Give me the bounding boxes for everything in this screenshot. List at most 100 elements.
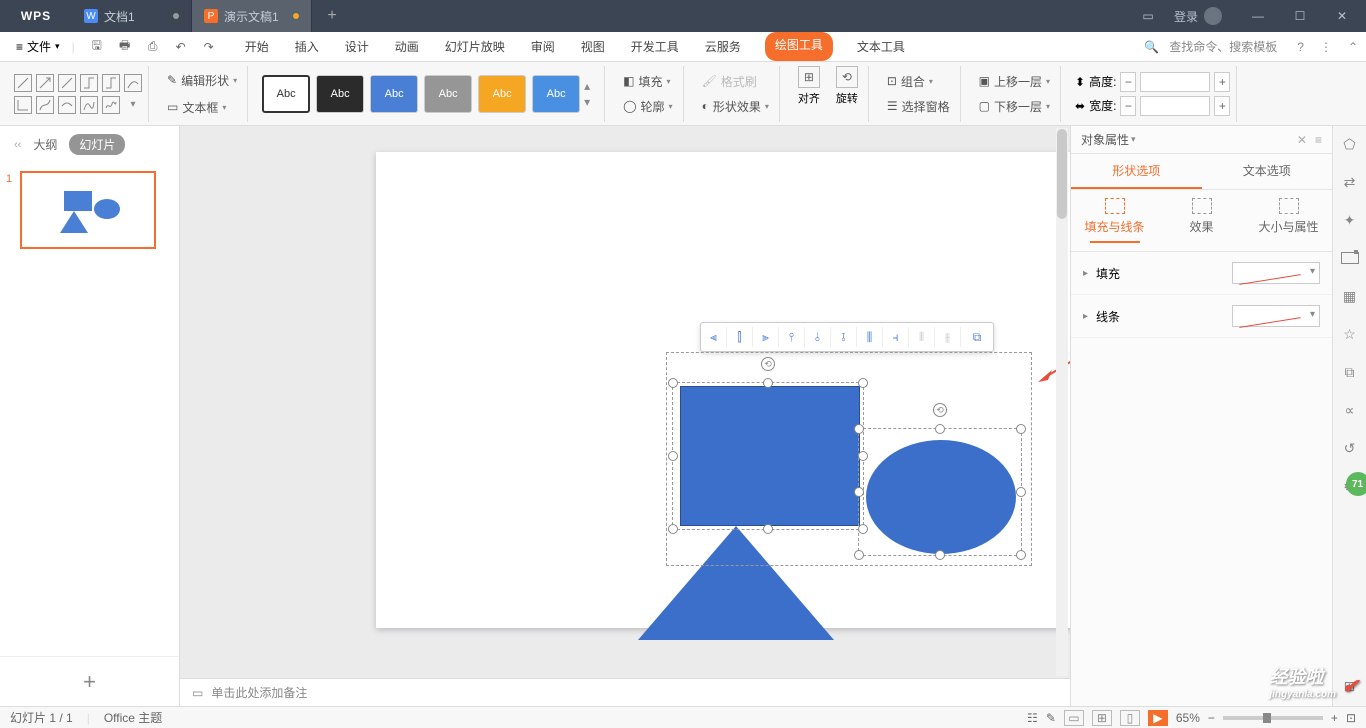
menu-texttools[interactable]: 文本工具: [855, 32, 907, 61]
layout-icon[interactable]: ▭: [1132, 0, 1164, 32]
style-preset-4[interactable]: Abc: [424, 75, 472, 113]
search-placeholder[interactable]: 查找命令、搜索模板: [1169, 38, 1277, 55]
print-preview-icon[interactable]: ⎙: [143, 37, 163, 57]
distribute-v-icon[interactable]: ⫞: [889, 327, 909, 347]
search-icon[interactable]: 🔍: [1144, 40, 1159, 54]
collapse-panel-icon[interactable]: ‹‹: [14, 139, 21, 151]
style-preset-1[interactable]: Abc: [262, 75, 310, 113]
elbow-shape[interactable]: [80, 74, 98, 92]
menu-animation[interactable]: 动画: [393, 32, 421, 61]
text-options-tab[interactable]: 文本选项: [1202, 154, 1333, 189]
resize-handle[interactable]: [1016, 487, 1026, 497]
panel-close-icon[interactable]: ✕: [1297, 133, 1307, 147]
elbow-arrow-shape[interactable]: [102, 74, 120, 92]
bring-forward-button[interactable]: ▣上移一层▾: [975, 71, 1054, 92]
equal-height-icon[interactable]: ⫵: [941, 327, 961, 347]
share-icon[interactable]: ∝: [1340, 400, 1360, 420]
resize-handle[interactable]: [668, 524, 678, 534]
connector2-shape[interactable]: [36, 96, 54, 114]
fill-button[interactable]: ◧填充▾: [619, 71, 676, 92]
template-icon[interactable]: ▦: [1340, 286, 1360, 306]
menu-design[interactable]: 设计: [343, 32, 371, 61]
arrow-shape[interactable]: [36, 74, 54, 92]
height-inc[interactable]: +: [1214, 72, 1230, 92]
outline-tab[interactable]: 大纲: [33, 136, 57, 153]
style-preset-6[interactable]: Abc: [532, 75, 580, 113]
notes-toggle-icon[interactable]: ☷: [1027, 711, 1038, 725]
format-painter-button[interactable]: 🖌格式刷: [698, 71, 773, 92]
resize-handle[interactable]: [854, 487, 864, 497]
shape-options-tab[interactable]: 形状选项: [1071, 154, 1202, 189]
align-right-icon[interactable]: ⫸: [759, 327, 779, 347]
width-input[interactable]: [1140, 96, 1210, 116]
zoom-slider[interactable]: [1223, 716, 1323, 720]
vertical-scrollbar[interactable]: [1056, 128, 1068, 676]
fill-section[interactable]: ▸ 填充: [1071, 252, 1332, 295]
collapse-ribbon-icon[interactable]: ⌃: [1348, 40, 1358, 54]
effect-subtab[interactable]: 效果: [1158, 198, 1245, 243]
style-preset-5[interactable]: Abc: [478, 75, 526, 113]
sorter-view-icon[interactable]: ⊞: [1092, 710, 1112, 726]
resize-handle[interactable]: [854, 424, 864, 434]
freeform-shape[interactable]: [80, 96, 98, 114]
notes-bar[interactable]: ▭ 单击此处添加备注: [180, 678, 1070, 706]
minimize-button[interactable]: —: [1242, 0, 1274, 32]
resize-handle[interactable]: [854, 550, 864, 560]
print-icon[interactable]: 🖶: [115, 37, 135, 57]
align-button[interactable]: ⊞对齐: [794, 66, 824, 122]
zoom-out-button[interactable]: −: [1208, 711, 1215, 725]
resize-handle[interactable]: [935, 550, 945, 560]
normal-view-icon[interactable]: ▭: [1064, 710, 1084, 726]
align-middle-icon[interactable]: ⫰: [811, 327, 831, 347]
tab-ppt1[interactable]: P 演示文稿1: [192, 0, 312, 32]
outline-button[interactable]: ◯轮廓▾: [619, 96, 676, 117]
align-center-h-icon[interactable]: ⫿: [733, 327, 753, 347]
resize-handle[interactable]: [1016, 424, 1026, 434]
rotate-handle[interactable]: ⟲: [761, 357, 775, 371]
undo-icon[interactable]: ↶: [171, 37, 191, 57]
link-icon[interactable]: ⧉: [1340, 362, 1360, 382]
help-icon[interactable]: ?: [1297, 40, 1304, 54]
fill-swatch-dropdown[interactable]: [1232, 262, 1320, 284]
align-top-icon[interactable]: ⫯: [785, 327, 805, 347]
slides-tab[interactable]: 幻灯片: [69, 134, 125, 155]
menu-start[interactable]: 开始: [243, 32, 271, 61]
resize-handle[interactable]: [858, 378, 868, 388]
resize-handle[interactable]: [763, 524, 773, 534]
history-icon[interactable]: ↺: [1340, 438, 1360, 458]
line-swatch-dropdown[interactable]: [1232, 305, 1320, 327]
reading-view-icon[interactable]: ▯: [1120, 710, 1140, 726]
size-prop-subtab[interactable]: 大小与属性: [1245, 198, 1332, 243]
redo-icon[interactable]: ↷: [199, 37, 219, 57]
resize-handle[interactable]: [668, 451, 678, 461]
width-inc[interactable]: +: [1214, 96, 1230, 116]
resize-handle[interactable]: [935, 424, 945, 434]
edit-shape-button[interactable]: ✎编辑形状▾: [163, 70, 241, 91]
menu-slideshow[interactable]: 幻灯片放映: [443, 32, 507, 61]
file-menu[interactable]: ≡ 文件 ▾: [8, 34, 68, 59]
shape-tool-icon[interactable]: ⬠: [1340, 134, 1360, 154]
slideshow-button[interactable]: ▶: [1148, 710, 1168, 726]
more-icon[interactable]: ⋮: [1320, 40, 1332, 54]
login-button[interactable]: 登录: [1174, 7, 1222, 25]
width-dec[interactable]: −: [1120, 96, 1136, 116]
align-bottom-icon[interactable]: ⫱: [837, 327, 857, 347]
height-dec[interactable]: −: [1120, 72, 1136, 92]
menu-devtools[interactable]: 开发工具: [629, 32, 681, 61]
shape-effect-button[interactable]: ◐形状效果▾: [698, 96, 773, 117]
group-shapes-icon[interactable]: ⧉: [967, 327, 987, 347]
curve2-shape[interactable]: [58, 96, 76, 114]
save-icon[interactable]: 🖫: [87, 37, 107, 57]
menu-cloud[interactable]: 云服务: [703, 32, 743, 61]
menu-drawtools[interactable]: 绘图工具: [765, 32, 833, 61]
resize-handle[interactable]: [668, 378, 678, 388]
send-back-button[interactable]: ▢下移一层▾: [975, 96, 1054, 117]
menu-view[interactable]: 视图: [579, 32, 607, 61]
add-slide-button[interactable]: +: [0, 656, 179, 706]
scribble-shape[interactable]: [102, 96, 120, 114]
maximize-button[interactable]: ☐: [1284, 0, 1316, 32]
comments-icon[interactable]: ✎: [1046, 711, 1056, 725]
align-left-icon[interactable]: ⫷: [707, 327, 727, 347]
settings-icon[interactable]: ⚙ 71: [1340, 476, 1360, 496]
line-section[interactable]: ▸ 线条: [1071, 295, 1332, 338]
